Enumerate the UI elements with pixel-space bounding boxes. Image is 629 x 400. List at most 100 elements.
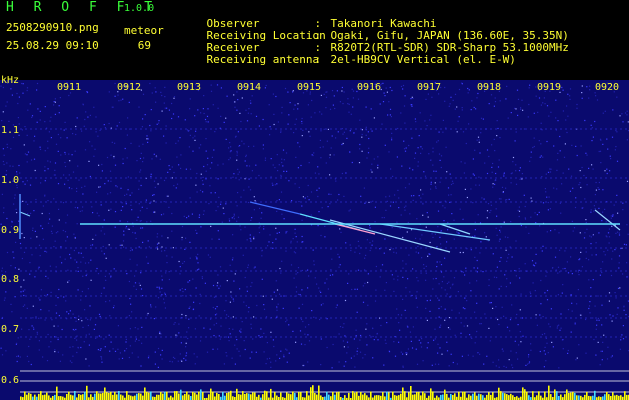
level-bar (248, 393, 250, 400)
noise-speck (229, 301, 231, 303)
noise-speck (120, 187, 122, 189)
noise-speck (12, 136, 15, 138)
noise-speck (279, 267, 281, 270)
level-bar (280, 392, 282, 400)
noise-speck (101, 170, 103, 172)
noise-speck (66, 236, 68, 238)
noise-speck (60, 154, 62, 156)
noise-speck (60, 137, 62, 139)
noise-speck (269, 134, 271, 136)
level-bar (348, 392, 350, 400)
noise-speck (49, 218, 51, 220)
noise-speck (69, 346, 71, 348)
noise-speck (599, 274, 601, 276)
noise-speck (196, 356, 198, 358)
noise-speck (250, 113, 252, 115)
noise-speck (608, 300, 610, 302)
level-bar (292, 391, 294, 400)
noise-speck (549, 326, 551, 328)
noise-speck (542, 245, 544, 247)
noise-speck (72, 346, 74, 348)
noise-speck (138, 282, 140, 284)
noise-speck (473, 267, 475, 269)
noise-speck (578, 344, 580, 346)
noise-speck (11, 221, 13, 223)
noise-speck (259, 207, 261, 209)
noise-speck (570, 175, 573, 177)
noise-speck (208, 203, 210, 205)
noise-speck (612, 109, 614, 111)
noise-speck (528, 87, 530, 89)
noise-speck (157, 297, 160, 299)
noise-speck (164, 86, 166, 88)
noise-speck (168, 109, 170, 111)
noise-speck (163, 102, 165, 104)
level-bar (238, 394, 240, 400)
level-bar (236, 388, 238, 400)
noise-speck (223, 336, 225, 338)
noise-speck (142, 93, 145, 95)
noise-speck (350, 357, 352, 359)
noise-speck (388, 351, 391, 353)
noise-speck (264, 157, 267, 159)
noise-speck (446, 171, 448, 173)
noise-speck (228, 147, 230, 149)
noise-speck (50, 137, 52, 139)
noise-speck (597, 341, 599, 343)
noise-speck (58, 105, 60, 107)
noise-speck (164, 96, 166, 98)
noise-speck (188, 215, 190, 217)
noise-speck (500, 257, 502, 259)
noise-speck (480, 132, 482, 134)
noise-speck (556, 327, 558, 329)
noise-speck (508, 359, 510, 361)
noise-speck (539, 314, 541, 316)
noise-speck (38, 266, 40, 268)
noise-speck (247, 266, 249, 269)
noise-speck (100, 204, 102, 206)
noise-speck (112, 307, 115, 309)
noise-speck (456, 131, 458, 133)
noise-speck (461, 109, 463, 111)
noise-speck (606, 138, 608, 140)
noise-speck (258, 125, 260, 127)
noise-speck (410, 340, 412, 342)
noise-speck (507, 236, 509, 239)
noise-speck (450, 96, 452, 98)
noise-speck (1, 120, 3, 122)
noise-speck (347, 346, 349, 348)
noise-speck (596, 324, 598, 326)
noise-speck (198, 214, 201, 216)
noise-speck (93, 106, 95, 108)
noise-speck (270, 366, 272, 368)
level-bar (508, 395, 510, 400)
level-bar (58, 396, 60, 400)
noise-speck (64, 151, 66, 154)
noise-speck (11, 94, 13, 96)
noise-speck (595, 95, 597, 97)
noise-speck (382, 82, 384, 84)
noise-speck (295, 156, 297, 158)
noise-speck (310, 214, 312, 216)
noise-speck (557, 272, 559, 274)
noise-speck (510, 173, 512, 175)
noise-speck (242, 254, 244, 256)
noise-speck (519, 178, 521, 180)
noise-speck (228, 328, 230, 330)
noise-speck (499, 229, 501, 231)
noise-speck (545, 191, 547, 193)
noise-speck (137, 328, 139, 330)
noise-speck (172, 356, 175, 358)
noise-speck (355, 329, 357, 331)
noise-speck (133, 285, 135, 287)
noise-speck (77, 270, 79, 272)
level-bar (320, 395, 322, 400)
noise-speck (468, 123, 470, 125)
noise-speck (424, 120, 426, 122)
noise-speck (30, 159, 33, 161)
noise-speck (410, 98, 412, 100)
level-bar (328, 394, 330, 400)
noise-speck (161, 246, 163, 248)
noise-speck (622, 273, 624, 275)
level-bar (606, 391, 608, 400)
